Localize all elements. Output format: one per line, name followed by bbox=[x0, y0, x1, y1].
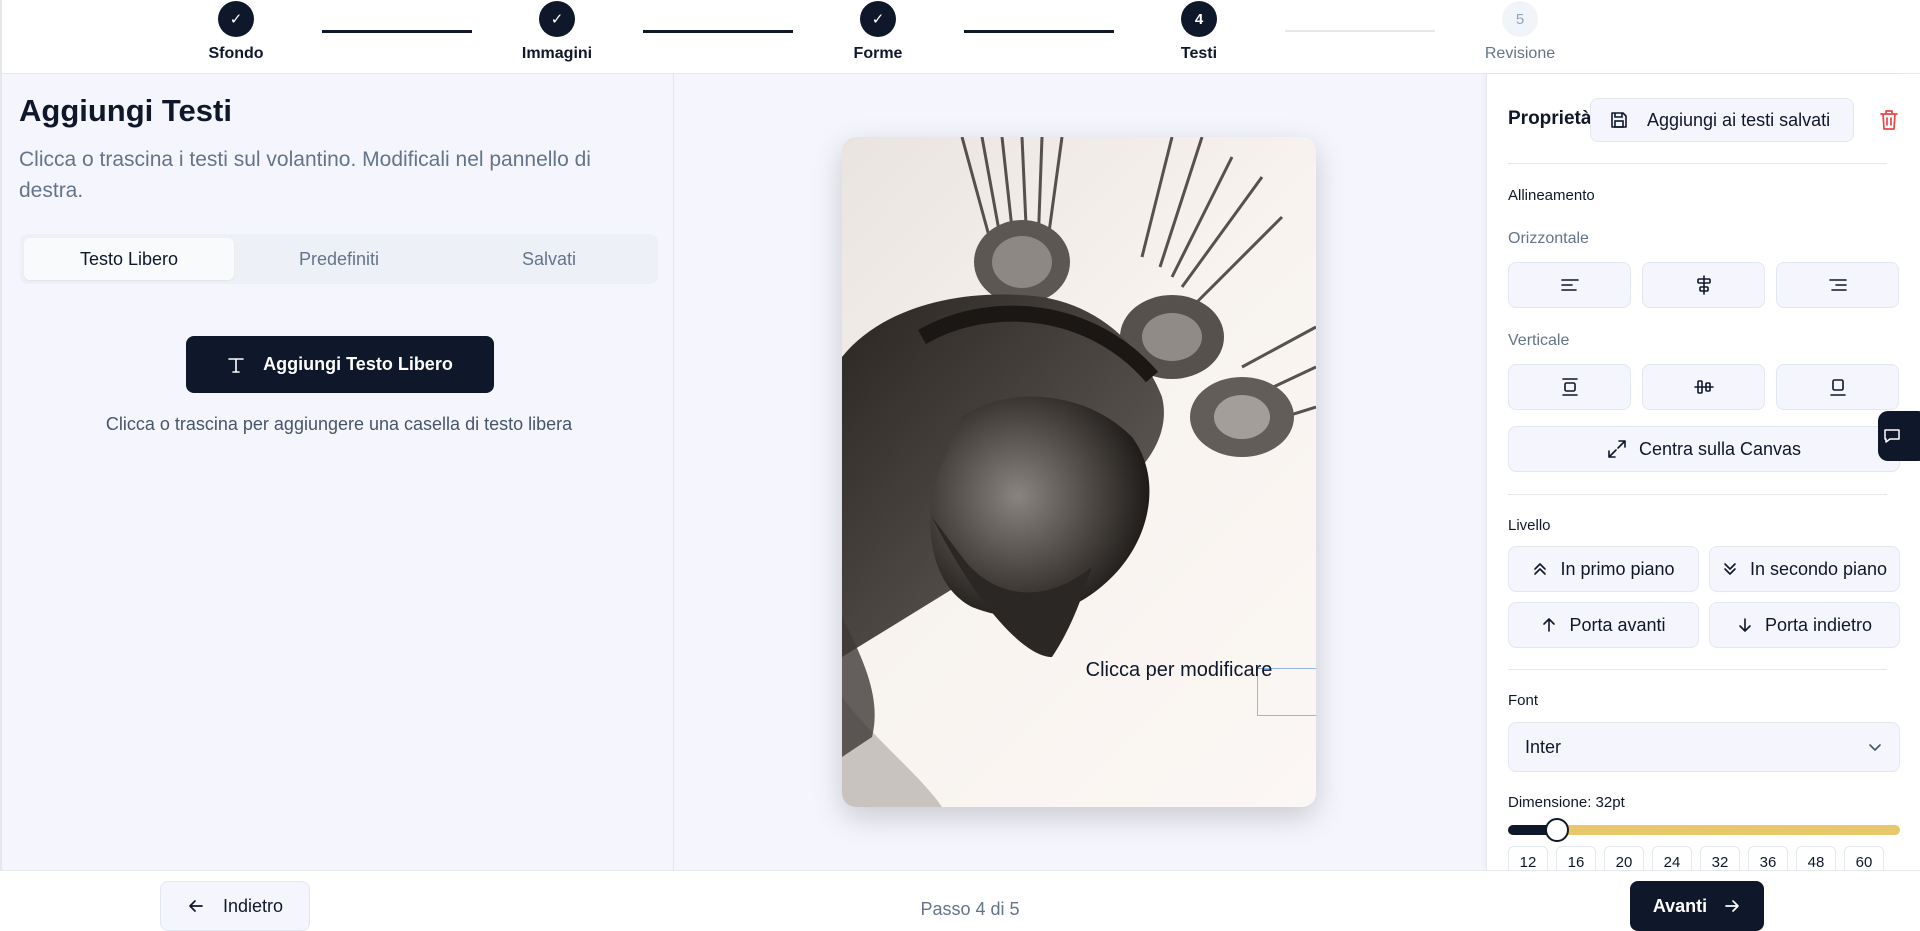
send-backward-label: Porta indietro bbox=[1764, 614, 1873, 635]
bring-forward-label: Porta avanti bbox=[1569, 614, 1666, 635]
properties-title: Proprietà bbox=[1508, 108, 1592, 129]
step-testi[interactable]: 4 Testi bbox=[1119, 0, 1279, 63]
trash-icon[interactable] bbox=[1878, 108, 1900, 132]
align-top-button[interactable] bbox=[1508, 364, 1631, 410]
bring-to-front-label: In primo piano bbox=[1560, 558, 1675, 579]
step-connector bbox=[643, 30, 793, 33]
wizard-footer: Indietro Passo 4 di 5 Avanti bbox=[0, 870, 1920, 931]
align-top-icon bbox=[1561, 378, 1578, 396]
step-label: Forme bbox=[853, 45, 903, 62]
horizontal-label: Orizzontale bbox=[1508, 230, 1589, 247]
page-description: Clicca o trascina i testi sul volantino.… bbox=[19, 148, 591, 202]
next-label: Avanti bbox=[1652, 895, 1708, 916]
step-label: Testi bbox=[1180, 45, 1218, 62]
align-center-horizontal-button[interactable] bbox=[1642, 262, 1765, 308]
expand-icon bbox=[1608, 440, 1626, 458]
font-size-label: Dimensione: 32pt bbox=[1508, 794, 1625, 811]
step-sfondo[interactable]: ✓ Sfondo bbox=[156, 0, 316, 63]
layer-label: Livello bbox=[1508, 517, 1551, 534]
save-text-button[interactable]: Aggiungi ai testi salvati bbox=[1590, 98, 1854, 142]
text-icon bbox=[228, 357, 244, 373]
send-to-back-button[interactable]: In secondo piano bbox=[1709, 546, 1900, 592]
step-revisione[interactable]: 5 Revisione bbox=[1440, 0, 1600, 63]
divider bbox=[1508, 494, 1887, 495]
chat-button[interactable] bbox=[1878, 411, 1920, 461]
canvas-area bbox=[674, 74, 1718, 870]
center-on-canvas-label: Centra sulla Canvas bbox=[1638, 438, 1802, 459]
step-number: 5 bbox=[1502, 1, 1538, 37]
step-immagini[interactable]: ✓ Immagini bbox=[477, 0, 637, 63]
chevrons-down-icon bbox=[1724, 563, 1736, 575]
step-number: 4 bbox=[1181, 1, 1217, 37]
send-to-back-label: In secondo piano bbox=[1749, 558, 1888, 579]
arrow-up-icon bbox=[1543, 618, 1556, 632]
align-left-button[interactable] bbox=[1508, 262, 1631, 308]
save-text-label: Aggiungi ai testi salvati bbox=[1647, 109, 1831, 130]
font-select[interactable]: Inter bbox=[1508, 722, 1900, 772]
add-hint: Clicca o trascina per aggiungere una cas… bbox=[105, 414, 573, 434]
center-on-canvas-button[interactable]: Centra sulla Canvas bbox=[1508, 426, 1900, 472]
text-source-tabs: Testo Libero Predefiniti Salvati bbox=[20, 234, 658, 284]
check-icon: ✓ bbox=[539, 1, 575, 37]
align-middle-icon bbox=[1693, 380, 1714, 394]
bring-to-front-button[interactable]: In primo piano bbox=[1508, 546, 1699, 592]
arrow-down-icon bbox=[1739, 618, 1751, 632]
align-center-horizontal-icon bbox=[1696, 275, 1711, 295]
bring-forward-button[interactable]: Porta avanti bbox=[1508, 602, 1699, 648]
align-right-button[interactable] bbox=[1776, 262, 1899, 308]
align-left-icon bbox=[1560, 279, 1579, 291]
flyer-canvas[interactable] bbox=[842, 137, 1316, 807]
save-icon bbox=[1611, 112, 1627, 128]
tab-predefiniti[interactable]: Predefiniti bbox=[234, 238, 444, 280]
step-connector bbox=[964, 30, 1114, 33]
step-label: Sfondo bbox=[208, 45, 264, 62]
step-connector bbox=[322, 30, 472, 33]
divider bbox=[1508, 669, 1887, 670]
font-size-slider-thumb[interactable] bbox=[1545, 818, 1569, 842]
chevrons-up-icon bbox=[1534, 563, 1547, 575]
arrow-right-icon bbox=[1725, 900, 1740, 912]
step-label: Immagini bbox=[521, 45, 593, 62]
align-middle-button[interactable] bbox=[1642, 364, 1765, 410]
check-icon: ✓ bbox=[860, 1, 896, 37]
step-connector bbox=[1285, 30, 1435, 32]
message-icon bbox=[1884, 429, 1900, 443]
progress-stepper: ✓ Sfondo ✓ Immagini ✓ Forme 4 Testi 5 Re… bbox=[0, 0, 1920, 74]
alignment-label: Allineamento bbox=[1508, 187, 1595, 204]
vertical-label: Verticale bbox=[1508, 332, 1570, 349]
font-label: Font bbox=[1508, 692, 1539, 709]
tab-testo-libero[interactable]: Testo Libero bbox=[24, 238, 234, 280]
next-button[interactable]: Avanti bbox=[1630, 881, 1764, 931]
send-backward-button[interactable]: Porta indietro bbox=[1709, 602, 1900, 648]
align-right-icon bbox=[1828, 279, 1847, 291]
tab-salvati[interactable]: Salvati bbox=[444, 238, 654, 280]
text-library-panel: Aggiungi Testi Clicca o trascina i testi… bbox=[0, 74, 674, 870]
properties-panel: Proprietà Aggiungi ai testi salvati Alli… bbox=[1486, 74, 1900, 878]
step-forme[interactable]: ✓ Forme bbox=[798, 0, 958, 63]
background-image bbox=[842, 137, 1316, 807]
font-select-value: Inter bbox=[1525, 736, 1562, 757]
selected-text-element[interactable]: Clicca per modificare bbox=[1074, 658, 1284, 683]
chevron-down-icon bbox=[1869, 744, 1881, 751]
add-free-text-label: Aggiungi Testo Libero bbox=[263, 354, 453, 374]
step-label: Revisione bbox=[1484, 45, 1556, 62]
divider bbox=[1508, 163, 1887, 164]
check-icon: ✓ bbox=[218, 1, 254, 37]
add-free-text-button[interactable]: Aggiungi Testo Libero bbox=[186, 336, 494, 393]
align-bottom-button[interactable] bbox=[1776, 364, 1899, 410]
align-bottom-icon bbox=[1829, 379, 1846, 396]
page-title: Aggiungi Testi bbox=[19, 93, 232, 128]
